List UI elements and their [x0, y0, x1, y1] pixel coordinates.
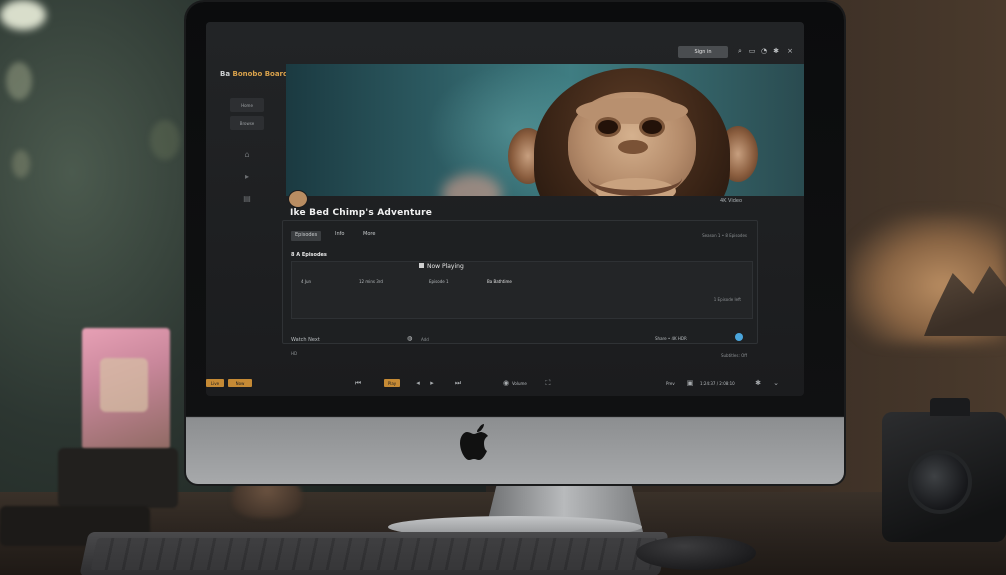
photo-frame — [82, 328, 170, 450]
now-playing-label[interactable]: Now Playing — [419, 263, 464, 270]
title-avatar — [288, 190, 308, 208]
volume-label[interactable]: Volume — [512, 381, 527, 386]
brand-name: Bonobo Board — [232, 70, 289, 78]
camera-viewfinder — [930, 398, 970, 416]
episode-list — [291, 261, 753, 319]
home-icon[interactable]: ⌂ — [242, 150, 252, 160]
play-icon[interactable]: ▸ — [242, 172, 252, 182]
fullscreen-icon[interactable]: ⛶ — [544, 379, 552, 387]
search-icon[interactable]: ⌕ — [736, 47, 744, 55]
timecode: 1:24:37 / 2:08:10 — [700, 381, 735, 386]
play-button[interactable]: Play — [384, 379, 400, 387]
sidebar-item-home[interactable]: Home — [230, 98, 264, 112]
camera — [882, 398, 1006, 542]
prev-icon[interactable]: ⏮ — [354, 379, 362, 387]
chimp-nose — [618, 140, 648, 154]
share-label[interactable]: Share • 4K HDR — [655, 336, 687, 341]
app-brand[interactable]: Ba Bonobo Board — [220, 70, 288, 78]
chimp-eye — [642, 120, 662, 134]
chimp-smile — [588, 160, 682, 196]
sidebar: Home Browse ⌂ ▸ ▤ — [230, 98, 264, 218]
episode-duration: 12 mins 3rd — [359, 279, 383, 284]
player-controls: Live Now ⏮ Play ◂ ▸ ⏭ ◉ Volume ⛶ Prev ▣ … — [206, 374, 804, 394]
camera-lens — [908, 450, 972, 514]
next-label-icon[interactable]: ⌄ — [772, 379, 780, 387]
row-heading: 8 A Episodes — [291, 252, 327, 258]
hero-quality-label: 4K Video — [720, 198, 743, 204]
chimp-brow — [576, 98, 688, 124]
live-button[interactable]: Live — [206, 379, 224, 387]
gear-icon[interactable]: ✱ — [772, 47, 780, 55]
chimp-eye — [598, 120, 618, 134]
screen-icon[interactable]: ▣ — [686, 379, 694, 387]
episode-title[interactable]: Ba Bathtime — [487, 279, 512, 284]
hd-label: HD — [291, 351, 298, 356]
light-bokeh — [0, 0, 46, 30]
sidebar-item-browse[interactable]: Browse — [230, 116, 264, 130]
season-info: Season 1 • 8 Episodes — [702, 233, 747, 238]
episode-date: 4 Jun — [301, 279, 312, 284]
share-icon[interactable] — [735, 333, 743, 341]
movie-title: Ike Bed Chimp's Adventure — [290, 208, 433, 218]
prev-label[interactable]: Prev — [666, 381, 675, 386]
imac-screen: Sign in ⌕ ▭ ◔ ✱ × Ba Bonobo Board Home B… — [206, 22, 804, 396]
bell-icon[interactable]: ◔ — [760, 47, 768, 55]
mouse — [636, 536, 756, 570]
tab-info[interactable]: Info — [335, 231, 344, 239]
photo-scene: Sign in ⌕ ▭ ◔ ✱ × Ba Bonobo Board Home B… — [0, 0, 1006, 575]
add-icon[interactable]: ◍ — [407, 335, 412, 342]
subtitles-label[interactable]: Subtitles: Off — [721, 353, 747, 358]
hero-banner[interactable] — [286, 64, 804, 196]
episodes-left-badge: 1 Episode left — [713, 297, 741, 302]
light-bokeh — [12, 150, 30, 178]
tab-more[interactable]: More — [363, 231, 375, 239]
add-label[interactable]: Add — [421, 337, 429, 342]
close-icon[interactable]: × — [786, 47, 794, 55]
watch-next-label[interactable]: Watch Next — [291, 337, 320, 343]
chimpanzee-character — [500, 68, 780, 196]
sign-in-button[interactable]: Sign in — [678, 46, 728, 58]
coffee-cup — [232, 478, 302, 518]
brand-prefix: Ba — [220, 70, 231, 78]
light-bokeh — [150, 120, 180, 160]
device-stand — [58, 448, 178, 508]
keyboard — [79, 532, 669, 575]
episode-number: Episode 1 — [429, 279, 449, 284]
settings-icon[interactable]: ✱ — [754, 379, 762, 387]
tab-episodes[interactable]: Episodes — [291, 231, 322, 241]
apple-logo-icon — [460, 424, 488, 460]
light-bokeh — [6, 62, 32, 100]
library-icon[interactable]: ▤ — [242, 194, 252, 204]
next-icon[interactable]: ⏭ — [454, 379, 462, 387]
volume-icon[interactable]: ◉ — [502, 379, 510, 387]
rewind-icon[interactable]: ◂ — [414, 379, 422, 387]
episodes-panel: Episodes Info More Season 1 • 8 Episodes… — [282, 220, 758, 358]
frame-artwork — [100, 358, 148, 412]
cast-icon[interactable]: ▭ — [748, 47, 756, 55]
forward-icon[interactable]: ▸ — [428, 379, 436, 387]
now-button[interactable]: Now — [228, 379, 252, 387]
